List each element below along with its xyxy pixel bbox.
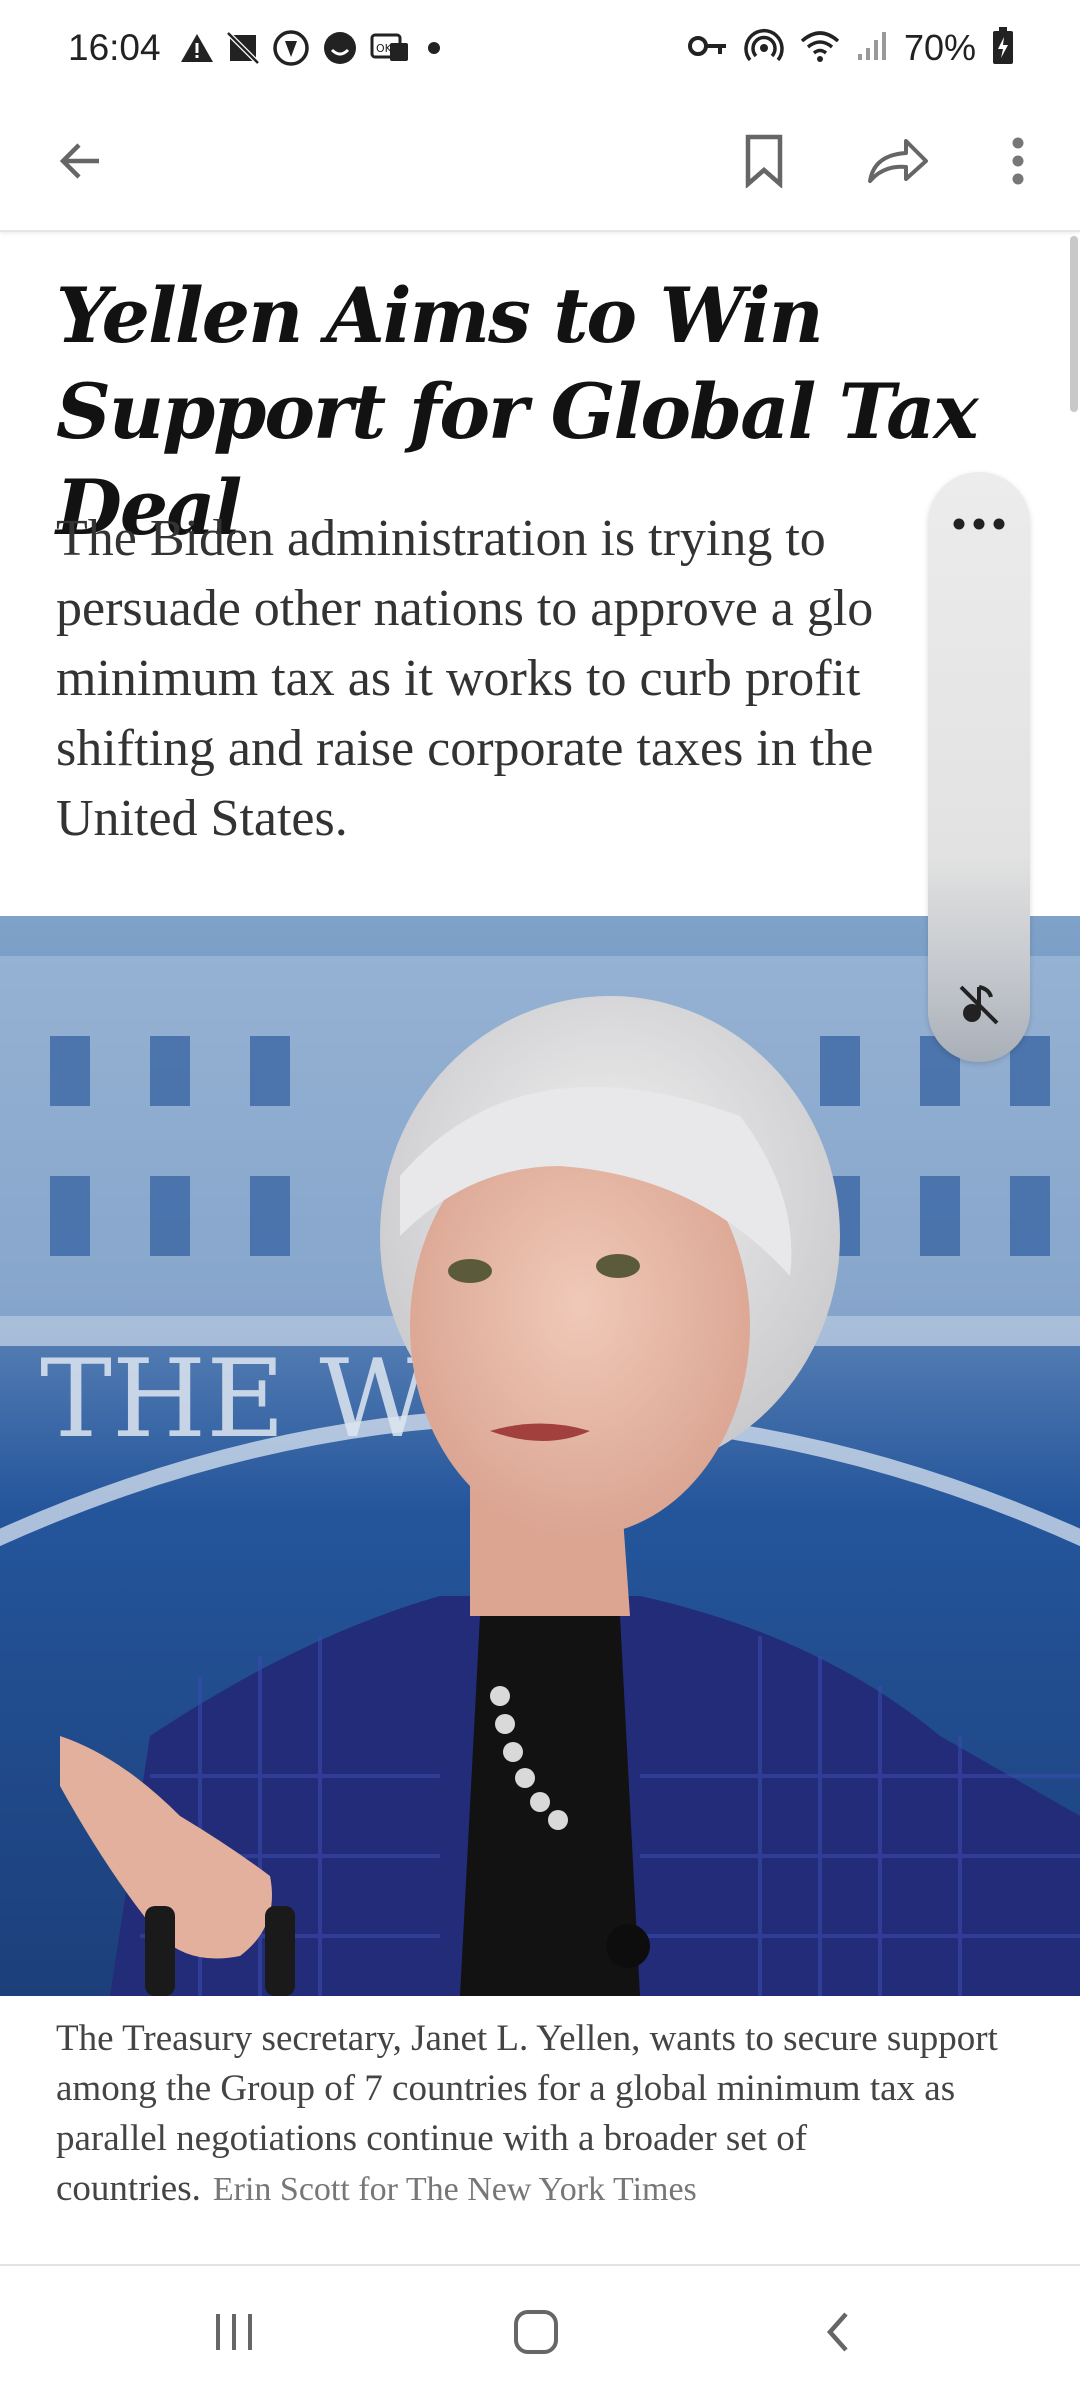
hotspot-icon: [744, 26, 784, 71]
recent-apps-button[interactable]: [174, 2290, 294, 2378]
article-photo[interactable]: THE W HOU: [0, 916, 1080, 1996]
home-icon: [512, 2308, 560, 2361]
wifi-icon: [800, 29, 840, 68]
circle-badge-icon: [272, 29, 310, 67]
mute-button[interactable]: [928, 972, 1030, 1042]
recents-icon: [212, 2312, 256, 2357]
svg-text:OK: OK: [376, 42, 393, 55]
status-time: 16:04: [68, 27, 161, 68]
more-options-button[interactable]: [974, 119, 1062, 207]
bookmark-icon: [744, 134, 784, 193]
key-icon: [687, 33, 728, 64]
battery-icon: [992, 26, 1014, 70]
signal-icon: [856, 30, 888, 67]
status-bar: 16:04 OK 70%: [0, 0, 1080, 96]
floating-edge-panel[interactable]: [928, 472, 1030, 1062]
dot-icon: [422, 36, 446, 60]
share-icon: [866, 137, 930, 190]
article-summary: The Biden administration is trying to pe…: [56, 510, 874, 847]
article: Yellen Aims to Win Support for Global Ta…: [0, 232, 1080, 2262]
status-notification-icons: OK: [180, 26, 446, 70]
mute-icon: [957, 983, 1001, 1032]
scrollbar[interactable]: [1070, 236, 1078, 412]
more-vertical-icon: [1011, 136, 1025, 191]
system-navigation-bar: [0, 2264, 1080, 2400]
panel-more-button[interactable]: [928, 506, 1030, 546]
photo-caption: The Treasury secretary, Janet L. Yellen,…: [56, 2014, 1016, 2215]
share-button[interactable]: [854, 119, 942, 207]
bookmark-button[interactable]: [720, 119, 808, 207]
alert-icon: [180, 32, 214, 64]
battery-percent: 70%: [903, 27, 976, 68]
more-horizontal-icon: [951, 517, 1007, 536]
home-button[interactable]: [476, 2290, 596, 2378]
app-bar: [0, 96, 1080, 232]
photo-credit: Erin Scott for The New York Times: [212, 2171, 697, 2208]
back-button[interactable]: [36, 119, 124, 207]
photo-illustration: THE W HOU: [0, 916, 1080, 1996]
status-system-icons: 70%: [687, 26, 1014, 71]
back-arrow-icon: [55, 136, 105, 191]
no-sim-icon: [226, 31, 260, 65]
ok-badge-icon: OK: [370, 31, 410, 65]
smiley-badge-icon: [322, 30, 358, 66]
system-back-button[interactable]: [778, 2290, 898, 2378]
back-icon: [824, 2310, 852, 2359]
